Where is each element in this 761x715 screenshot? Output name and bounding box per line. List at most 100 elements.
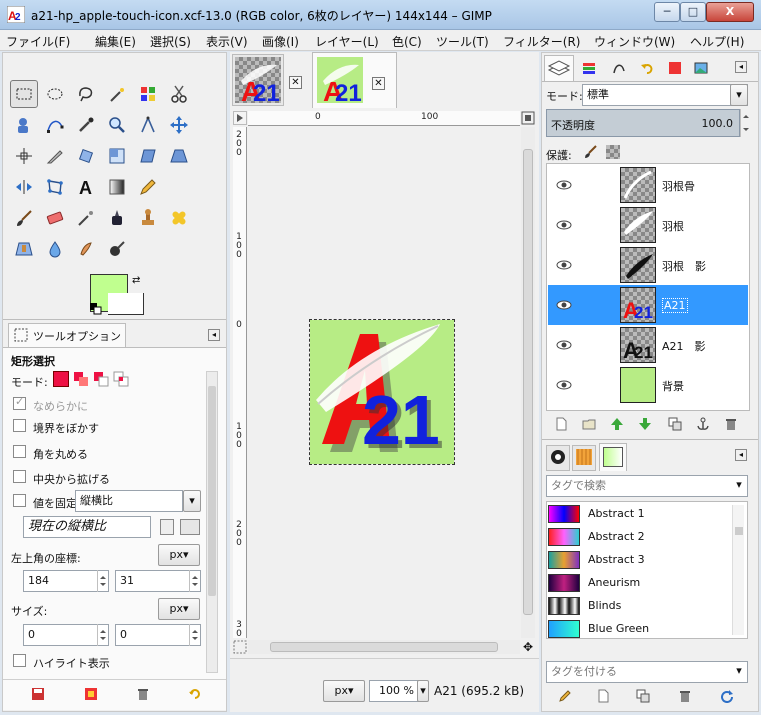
new-layer-button[interactable] xyxy=(552,415,570,433)
paintbrush-tool[interactable] xyxy=(10,204,38,232)
gradient-item[interactable]: Abstract 3 xyxy=(548,549,728,571)
minimize-button[interactable]: ─ xyxy=(654,2,680,22)
blend-tool[interactable] xyxy=(103,173,131,201)
heal-tool[interactable] xyxy=(165,204,193,232)
layer-row[interactable]: 背景 xyxy=(548,365,748,405)
gradients-panel-menu-button[interactable]: ◂ xyxy=(735,449,747,461)
ink-tool[interactable] xyxy=(103,204,131,232)
reset-options-button[interactable] xyxy=(186,685,204,703)
menu-file[interactable]: ファイル(F) xyxy=(6,33,70,50)
edit-gradient-button[interactable] xyxy=(556,687,574,705)
landscape-portrait-icon[interactable] xyxy=(180,519,200,535)
zoom-input[interactable]: 100 % xyxy=(369,680,419,702)
images-tab-icon[interactable] xyxy=(692,59,710,77)
duplicate-layer-button[interactable] xyxy=(666,415,684,433)
default-colors-icon[interactable] xyxy=(90,303,102,315)
position-y-spin[interactable] xyxy=(189,570,200,592)
anchor-layer-button[interactable] xyxy=(694,415,712,433)
eye-icon[interactable] xyxy=(556,257,572,273)
scrollbar-thumb[interactable] xyxy=(208,386,216,596)
foreground-select-tool[interactable] xyxy=(10,111,38,139)
cage-tool[interactable] xyxy=(41,173,69,201)
raise-layer-button[interactable] xyxy=(608,415,626,433)
layer-mode-dropdown-button[interactable]: ▾ xyxy=(730,84,748,106)
image-tab-2-close-icon[interactable]: ✕ xyxy=(372,77,385,90)
delete-gradient-button[interactable] xyxy=(676,687,694,705)
tool-options-tab[interactable]: ツールオプション xyxy=(8,323,126,347)
color-tab-icon[interactable] xyxy=(666,59,684,77)
gradient-item[interactable]: Abstract 2 xyxy=(548,526,728,548)
scale-tool[interactable] xyxy=(103,142,131,170)
maximize-button[interactable]: □ xyxy=(680,2,706,22)
opacity-spin[interactable] xyxy=(740,109,751,137)
layer-row[interactable]: 羽根骨 xyxy=(548,165,748,205)
shear-tool[interactable] xyxy=(134,142,162,170)
feather-checkbox[interactable] xyxy=(13,419,26,432)
eye-icon[interactable] xyxy=(556,337,572,353)
lock-pixels-icon[interactable] xyxy=(582,143,600,161)
layer-mode-select[interactable]: 標準 xyxy=(582,84,748,106)
flip-tool[interactable] xyxy=(10,173,38,201)
layers-panel-menu-button[interactable]: ◂ xyxy=(735,61,747,73)
restore-options-button[interactable] xyxy=(82,685,100,703)
gradient-item[interactable]: Blinds xyxy=(548,595,728,617)
canvas-area[interactable]: 21 21 xyxy=(248,127,520,638)
menu-filters[interactable]: フィルター(R) xyxy=(503,33,580,50)
gradients-tab[interactable] xyxy=(599,443,627,471)
blur-tool[interactable] xyxy=(41,235,69,263)
canvas-horizontal-scrollbar[interactable] xyxy=(248,640,520,654)
zoom-dropdown-button[interactable]: ▾ xyxy=(417,680,429,702)
size-width-spin[interactable] xyxy=(97,624,108,646)
mode-replace-icon[interactable] xyxy=(53,371,69,387)
rounded-corners-checkbox[interactable] xyxy=(13,445,26,458)
vertical-scrollbar-thumb[interactable] xyxy=(523,149,533,615)
layer-row[interactable]: 羽根 影 xyxy=(548,245,748,285)
layer-row-selected[interactable]: A 21 A21 xyxy=(548,285,748,325)
eye-icon[interactable] xyxy=(556,217,572,233)
vertical-ruler[interactable]: 200 100 0 100 200 30 xyxy=(233,127,247,639)
delete-layer-button[interactable] xyxy=(722,415,740,433)
gradient-item[interactable]: Blue Green xyxy=(548,618,728,640)
select-by-color-tool[interactable] xyxy=(134,80,162,108)
scissors-select-tool[interactable] xyxy=(165,80,193,108)
smudge-tool[interactable] xyxy=(72,235,100,263)
close-button[interactable]: X xyxy=(706,2,754,22)
navigation-move-icon[interactable]: ✥ xyxy=(521,640,535,654)
color-picker-tool[interactable] xyxy=(72,111,100,139)
patterns-tab[interactable] xyxy=(572,445,596,471)
image-tab-2[interactable]: A 21 ✕ xyxy=(312,52,397,108)
menu-windows[interactable]: ウィンドウ(W) xyxy=(594,33,675,50)
refresh-gradients-button[interactable] xyxy=(718,687,736,705)
duplicate-gradient-button[interactable] xyxy=(634,687,652,705)
tool-options-scrollbar[interactable] xyxy=(206,371,218,673)
tag-search-dropdown-icon[interactable]: ▾ xyxy=(730,475,748,497)
save-options-button[interactable] xyxy=(29,685,47,703)
panel-menu-button[interactable]: ◂ xyxy=(208,329,220,341)
fixed-checkbox[interactable] xyxy=(13,494,26,507)
status-unit-select[interactable]: px▾ xyxy=(323,680,365,702)
airbrush-tool[interactable] xyxy=(72,204,100,232)
mode-subtract-icon[interactable] xyxy=(93,371,109,387)
gradient-tag-assign-input[interactable]: タグを付ける xyxy=(546,661,748,683)
free-select-tool[interactable] xyxy=(72,80,100,108)
image-tab-1-close-icon[interactable]: ✕ xyxy=(289,76,302,89)
eraser-tool[interactable] xyxy=(41,204,69,232)
gradient-item[interactable]: Aneurism xyxy=(548,572,728,594)
zoom-tool[interactable] xyxy=(103,111,131,139)
eye-icon[interactable] xyxy=(556,177,572,193)
measure-tool[interactable] xyxy=(134,111,162,139)
image-canvas[interactable]: 21 21 xyxy=(309,319,455,465)
background-color-swatch[interactable] xyxy=(108,293,144,315)
mode-add-icon[interactable] xyxy=(73,371,89,387)
highlight-checkbox[interactable] xyxy=(13,654,26,667)
eye-icon[interactable] xyxy=(556,377,572,393)
ellipse-select-tool[interactable] xyxy=(41,80,69,108)
lock-alpha-icon[interactable] xyxy=(606,145,620,159)
rect-select-tool[interactable] xyxy=(10,80,38,108)
horizontal-scrollbar-thumb[interactable] xyxy=(270,642,498,652)
dodge-burn-tool[interactable] xyxy=(103,235,131,263)
menu-select[interactable]: 選択(S) xyxy=(150,33,191,50)
quick-mask-corner[interactable] xyxy=(233,111,247,125)
mode-intersect-icon[interactable] xyxy=(113,371,129,387)
quick-mask-toggle[interactable] xyxy=(233,640,247,654)
